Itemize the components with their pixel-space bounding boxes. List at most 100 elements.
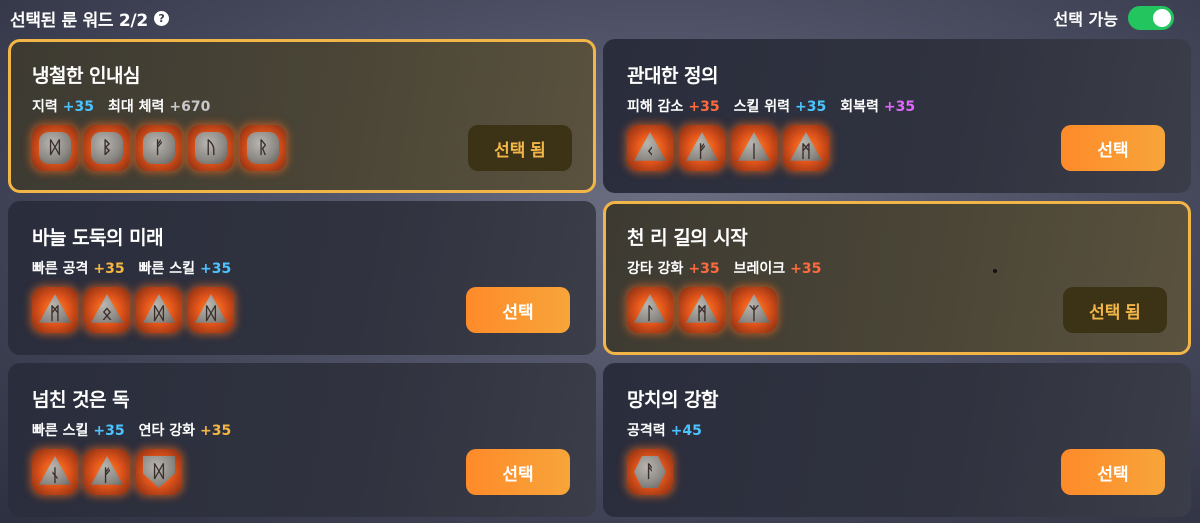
runeword-card[interactable]: 냉철한 인내심 지력 +35 최대 체력 +670 ᛞ ᛒ ᚠ ᚢ ᚱ 선택 됨 [8, 39, 596, 193]
runeword-card[interactable]: 망치의 강함공격력 +45 ᚨ 선택 [603, 363, 1191, 517]
stat-value: +35 [62, 99, 94, 115]
select-button[interactable]: 선택 [466, 449, 570, 495]
stat-item: 회복력 +35 [840, 96, 915, 116]
rune-icon[interactable]: ᚠ [136, 125, 182, 171]
rune-glyph: ᛚ [634, 294, 666, 323]
stat-value: +35 [795, 99, 827, 115]
stat-value: +35 [200, 261, 232, 277]
runeword-card[interactable]: 넘친 것은 독 빠른 스킬 +35 연타 강화 +35 ᚾ ᚠ ᛞ 선택 [8, 363, 596, 517]
stat-value: +35 [790, 261, 822, 277]
rune-glyph: ᛞ [143, 456, 175, 488]
stat-list: 빠른 공격 +35 빠른 스킬 +35 [32, 258, 231, 278]
rune-list: ᚾᚠᛞ [32, 449, 182, 495]
help-icon[interactable]: ? [153, 11, 169, 26]
cursor-dot [993, 269, 997, 273]
stat-value: +670 [169, 99, 211, 115]
top-bar: 선택된 룬 워드 2/2 ? 선택 가능 [0, 0, 1200, 36]
rune-icon[interactable]: ᛞ [136, 287, 182, 333]
rune-glyph: ᛞ [39, 132, 71, 164]
stat-value: +35 [688, 261, 720, 277]
rune-icon[interactable]: ᛞ [136, 449, 182, 495]
runeword-name: 관대한 정의 [627, 65, 719, 87]
rune-icon[interactable]: ᚠ [84, 449, 130, 495]
rune-icon[interactable]: ᛚ [627, 287, 673, 333]
stat-label: 지력 [32, 99, 58, 115]
stat-item: 공격력 +45 [627, 420, 702, 440]
rune-icon[interactable]: ᚾ [32, 449, 78, 495]
stat-label: 강타 강화 [627, 261, 684, 277]
rune-glyph: ᚠ [686, 132, 718, 161]
stat-label: 최대 체력 [107, 99, 165, 115]
stat-list: 공격력 +45 [627, 420, 702, 440]
toggle-knob [1153, 9, 1171, 27]
stat-label: 브레이크 [733, 261, 786, 277]
selected-button[interactable]: 선택 됨 [468, 125, 572, 171]
rune-glyph: ᛟ [91, 294, 123, 323]
rune-icon[interactable]: ᛗ [783, 125, 829, 171]
stat-value: +45 [670, 423, 702, 439]
rune-glyph: ᛞ [195, 294, 227, 323]
select-button[interactable]: 선택 [1061, 449, 1165, 495]
stat-value: +35 [200, 423, 232, 439]
stat-value: +35 [883, 99, 916, 115]
stat-list: 지력 +35 최대 체력 +670 [32, 96, 210, 116]
runeword-card[interactable]: 천 리 길의 시작 강타 강화 +35 브레이크 +35 ᛚ ᛗ ᛉ 선택 됨 [603, 201, 1191, 355]
rune-glyph: ᛉ [738, 294, 770, 323]
rune-icon[interactable]: ᛗ [32, 287, 78, 333]
rune-list: ᛗᛟᛞᛞ [32, 287, 234, 333]
stat-label: 공격력 [627, 423, 666, 439]
rune-list: ᛚᛗᛉ [627, 287, 777, 333]
stat-list: 강타 강화 +35 브레이크 +35 [627, 258, 821, 278]
stat-label: 빠른 스킬 [32, 423, 89, 439]
rune-glyph: ᚲ [634, 132, 666, 161]
stat-item: 빠른 스킬 +35 [32, 420, 125, 440]
available-toggle[interactable] [1128, 6, 1174, 30]
select-button[interactable]: 선택 [1061, 125, 1165, 171]
stat-item: 스킬 위력 +35 [734, 96, 827, 116]
rune-list: ᛞᛒᚠᚢᚱ [32, 125, 286, 171]
rune-icon[interactable]: ᚨ [627, 449, 673, 495]
stat-label: 빠른 스킬 [138, 261, 196, 277]
rune-icon[interactable]: ᛉ [731, 287, 777, 333]
rune-icon[interactable]: ᛞ [32, 125, 78, 171]
stat-label: 피해 감소 [627, 99, 684, 115]
stat-item: 브레이크 +35 [734, 258, 822, 278]
rune-glyph: ᚱ [247, 132, 279, 164]
runeword-name: 망치의 강함 [627, 389, 719, 411]
stat-value: +35 [688, 99, 720, 115]
rune-icon[interactable]: ᚱ [240, 125, 286, 171]
runeword-card[interactable]: 관대한 정의 피해 감소 +35 스킬 위력 +35 회복력 +35 ᚲ ᚠ ᛁ ᛗ 선택 [603, 39, 1191, 193]
stat-item: 빠른 공격 +35 [32, 258, 125, 278]
stat-item: 연타 강화 +35 [139, 420, 232, 440]
rune-glyph: ᚢ [195, 132, 227, 164]
stat-value: +35 [93, 261, 125, 277]
available-filter: 선택 가능 [1054, 6, 1174, 30]
rune-icon[interactable]: ᚲ [627, 125, 673, 171]
rune-glyph: ᚾ [39, 456, 71, 485]
rune-icon[interactable]: ᛞ [188, 287, 234, 333]
rune-icon[interactable]: ᚠ [679, 125, 725, 171]
rune-glyph: ᛒ [91, 132, 123, 164]
stat-label: 연타 강화 [138, 423, 196, 439]
runeword-name: 천 리 길의 시작 [627, 227, 748, 249]
selected-runeword-title: 선택된 룬 워드 2/2 ? [10, 6, 169, 31]
rune-list: ᚨ [627, 449, 673, 495]
runeword-card[interactable]: 바늘 도둑의 미래 빠른 공격 +35 빠른 스킬 +35 ᛗ ᛟ ᛞ ᛞ 선택 [8, 201, 596, 355]
stat-list: 빠른 스킬 +35 연타 강화 +35 [32, 420, 231, 440]
stat-item: 강타 강화 +35 [627, 258, 720, 278]
rune-icon[interactable]: ᛒ [84, 125, 130, 171]
stat-label: 스킬 위력 [733, 99, 791, 115]
rune-icon[interactable]: ᚢ [188, 125, 234, 171]
stat-item: 최대 체력 +670 [108, 96, 210, 116]
rune-glyph: ᚨ [634, 456, 666, 488]
rune-icon[interactable]: ᛟ [84, 287, 130, 333]
rune-glyph: ᛗ [39, 294, 71, 323]
selected-button[interactable]: 선택 됨 [1063, 287, 1167, 333]
rune-icon[interactable]: ᛗ [679, 287, 725, 333]
select-button[interactable]: 선택 [466, 287, 570, 333]
rune-icon[interactable]: ᛁ [731, 125, 777, 171]
rune-glyph: ᛗ [686, 294, 718, 323]
rune-glyph: ᚠ [91, 456, 123, 485]
rune-glyph: ᛞ [143, 294, 175, 323]
rune-glyph: ᛗ [790, 132, 822, 161]
